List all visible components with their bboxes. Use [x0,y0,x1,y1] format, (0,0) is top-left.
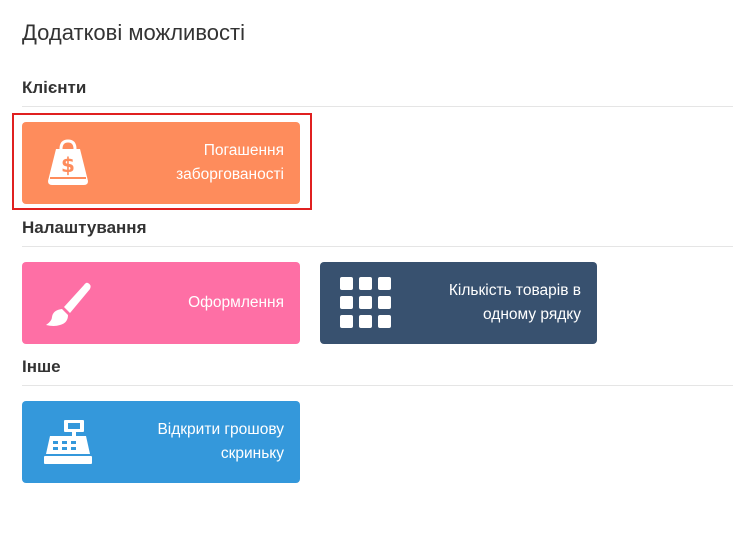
tile-label-text: Оформлення [188,294,284,311]
grid-icon [334,271,398,335]
debt-repayment-tile[interactable]: $ Погашення заборгованості [22,122,300,204]
section-heading-clients: Клієнти [22,78,87,97]
tile-label: Відкрити грошову скриньку [144,401,284,483]
section-heading-settings: Налаштування [22,218,147,237]
tile-label-text: Кількість товарів в одному рядку [448,282,581,323]
paint-brush-icon [36,271,100,335]
tile-label-text: Відкрити грошову скриньку [157,421,284,462]
tile-label-text: Погашення заборгованості [176,142,284,183]
tile-label: Погашення заборгованості [174,122,284,204]
cash-register-icon [36,410,100,474]
money-bag-icon: $ [36,131,100,195]
tile-label: Оформлення [188,262,284,344]
tile-label: Кількість товарів в одному рядку [431,262,581,344]
appearance-tile[interactable]: Оформлення [22,262,300,344]
items-per-row-tile[interactable]: Кількість товарів в одному рядку [320,262,597,344]
section-heading-other: Інше [22,357,61,376]
section-divider [22,246,733,247]
section-divider [22,385,733,386]
svg-text:$: $ [61,153,75,177]
open-cash-drawer-tile[interactable]: Відкрити грошову скриньку [22,401,300,483]
section-divider [22,106,733,107]
page-title: Додаткові можливості [22,20,245,45]
additional-features-page: Додаткові можливості Клієнти $ Погашення… [0,0,733,537]
